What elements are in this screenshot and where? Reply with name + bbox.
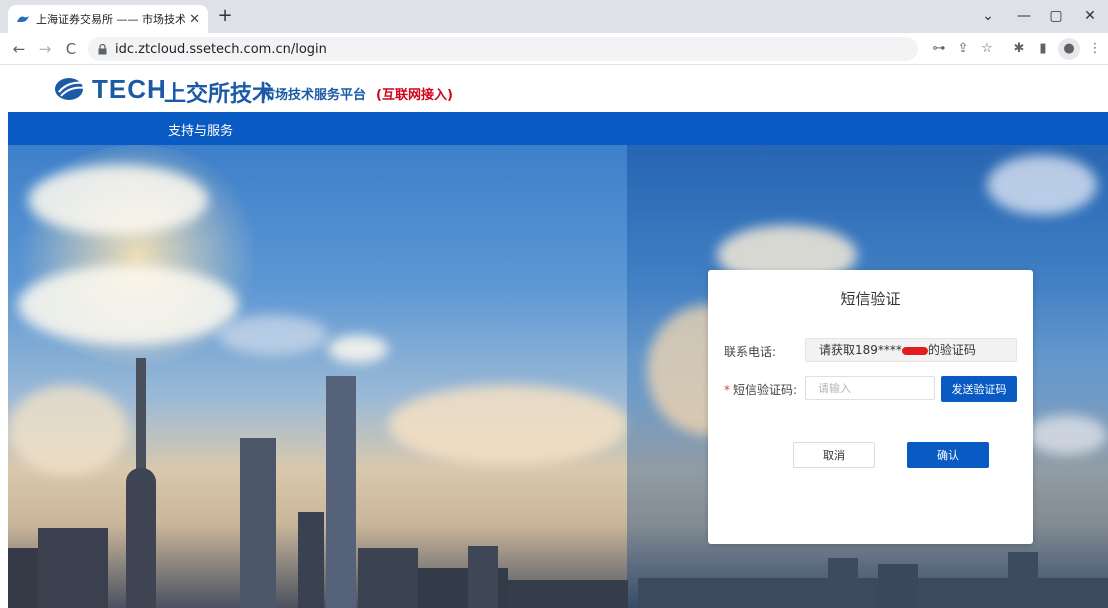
building — [358, 548, 418, 608]
redaction-mark — [901, 346, 928, 355]
logo-cn-text: 上交所技术 — [164, 82, 275, 107]
building — [508, 580, 628, 608]
address-bar[interactable]: idc.ztcloud.ssetech.com.cn/login — [88, 37, 918, 61]
sms-verification-dialog: 短信验证 联系电话: 请获取189****的验证码 *短信验证码: 发送验证码 … — [708, 270, 1033, 544]
window-close-icon[interactable]: ✕ — [1078, 4, 1102, 28]
tab-close-icon[interactable]: ✕ — [189, 12, 200, 27]
cloud — [18, 265, 238, 345]
tab-title: 上海证券交易所 —— 市场技术服 — [36, 13, 186, 26]
star-icon[interactable]: ☆ — [976, 38, 998, 60]
side-panel-icon[interactable]: ▮ — [1032, 38, 1054, 60]
building — [878, 564, 918, 608]
cloud — [987, 155, 1097, 215]
required-mark: * — [724, 383, 730, 397]
building — [298, 512, 324, 608]
cloud — [218, 315, 328, 355]
url-text: idc.ztcloud.ssetech.com.cn/login — [115, 41, 327, 57]
building — [38, 528, 108, 608]
minimize-icon[interactable]: — — [1012, 4, 1036, 28]
tab-search-icon[interactable]: ⌄ — [976, 4, 1000, 28]
code-label-wrap: * 短信验证码: — [724, 381, 797, 398]
reload-icon[interactable]: C — [60, 38, 82, 60]
confirm-button[interactable]: 确认 — [907, 442, 989, 468]
key-icon[interactable]: ⊶ — [928, 38, 950, 60]
building — [8, 548, 38, 608]
phone-label: 联系电话: — [724, 345, 777, 359]
browser-tab[interactable]: 上海证券交易所 —— 市场技术服 ✕ — [8, 5, 208, 33]
back-icon[interactable]: ← — [8, 38, 30, 60]
access-mode-label: (互联网接入) — [376, 88, 453, 103]
send-code-button[interactable]: 发送验证码 — [941, 376, 1017, 402]
cloud — [328, 335, 388, 363]
building — [1008, 552, 1038, 608]
nav-item-support[interactable]: 支持与服务 — [168, 120, 233, 139]
main-nav: 支持与服务 — [8, 112, 1108, 145]
sms-code-input[interactable] — [805, 376, 935, 400]
skyscraper — [240, 438, 276, 608]
new-tab-button[interactable]: + — [214, 6, 236, 28]
dialog-title: 短信验证 — [840, 290, 901, 308]
browser-tab-strip: 上海证券交易所 —— 市场技术服 ✕ + ⌄ — ▢ ✕ — [0, 0, 1108, 33]
cloud — [1027, 415, 1107, 455]
building — [468, 546, 498, 608]
shanghai-tower — [326, 376, 356, 608]
extensions-icon[interactable]: ✱ — [1008, 38, 1030, 60]
menu-icon[interactable]: ⋮ — [1084, 38, 1106, 60]
cloud — [28, 165, 208, 235]
logo-tech-text: TECH — [92, 74, 167, 104]
lock-icon — [98, 43, 107, 54]
forward-icon[interactable]: → — [34, 38, 56, 60]
phone-suffix: 的验证码 — [927, 343, 976, 357]
code-label: 短信验证码: — [733, 383, 798, 397]
browser-toolbar: ← → C idc.ztcloud.ssetech.com.cn/login ⊶… — [0, 33, 1108, 65]
phone-display: 请获取189**** 的验证码 — [805, 338, 1017, 362]
profile-icon[interactable]: ● — [1058, 38, 1080, 60]
restore-icon[interactable]: ▢ — [1044, 4, 1068, 28]
platform-name: 市场技术服务平台 — [262, 88, 367, 103]
oriental-pearl-tower — [126, 468, 156, 608]
site-header: TECH 上交所技术 市场技术服务平台 (互联网接入) — [0, 66, 1108, 112]
share-icon[interactable]: ⇪ — [952, 38, 974, 60]
cancel-button[interactable]: 取消 — [793, 442, 875, 468]
sse-logo-icon — [55, 78, 86, 100]
site-favicon-icon — [17, 16, 29, 22]
phone-prefix: 请获取189**** — [819, 343, 902, 357]
cloud — [388, 385, 628, 465]
cloud — [8, 385, 128, 475]
building — [828, 558, 858, 608]
